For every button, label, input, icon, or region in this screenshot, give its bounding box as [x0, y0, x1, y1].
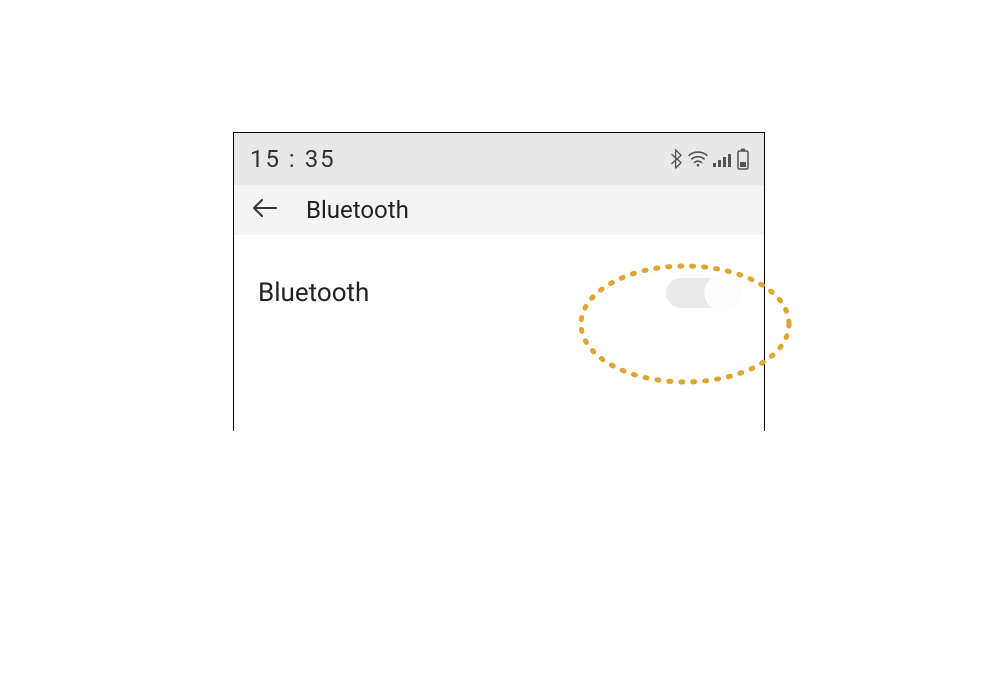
app-bar-title: Bluetooth — [306, 196, 409, 224]
wifi-icon — [688, 151, 708, 167]
device-frame: 15 : 35 — [233, 132, 765, 431]
back-button[interactable] — [246, 194, 284, 227]
back-arrow-icon — [252, 197, 278, 224]
bluetooth-label: Bluetooth — [258, 278, 369, 308]
status-bar: 15 : 35 — [234, 133, 764, 185]
app-bar: Bluetooth — [234, 185, 764, 235]
toggle-thumb — [704, 275, 740, 311]
signal-icon — [713, 151, 731, 167]
bluetooth-toggle[interactable] — [666, 275, 740, 311]
battery-icon — [736, 148, 750, 170]
status-bar-time: 15 : 35 — [250, 145, 336, 173]
bluetooth-setting-row: Bluetooth — [258, 265, 740, 321]
status-bar-icons — [670, 148, 750, 170]
settings-content: Bluetooth — [234, 235, 764, 431]
bluetooth-icon — [670, 149, 683, 169]
